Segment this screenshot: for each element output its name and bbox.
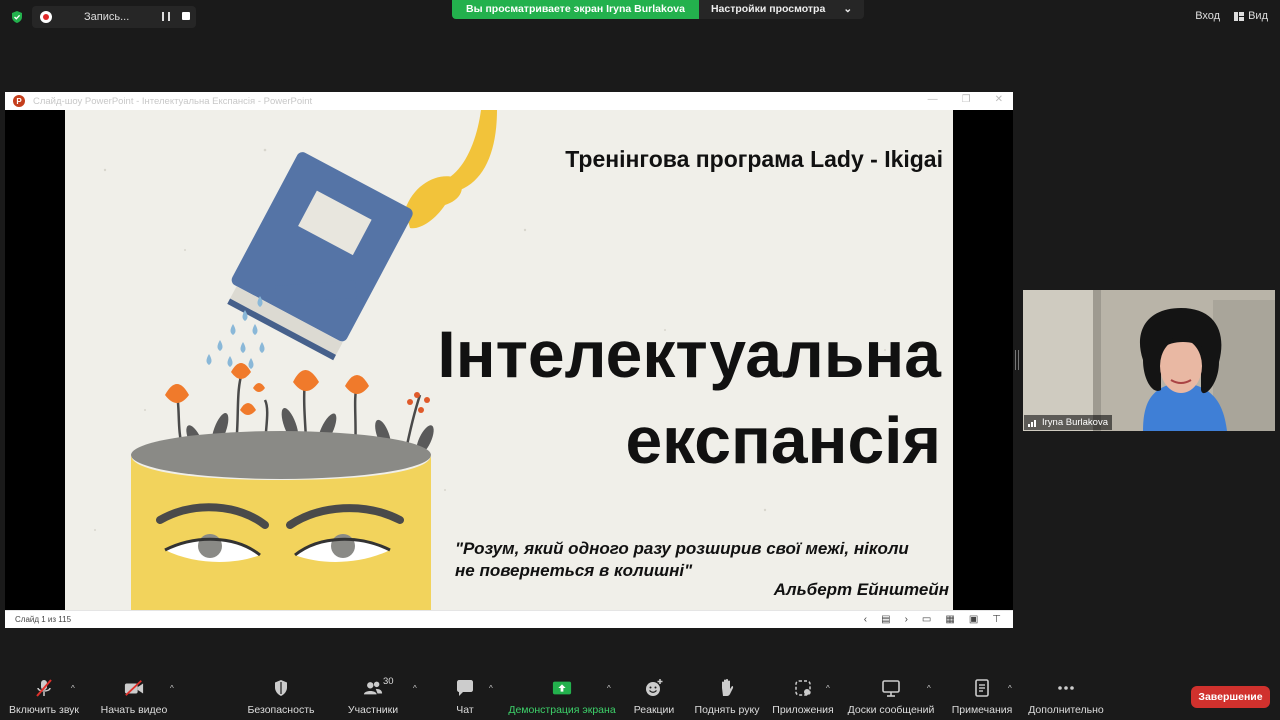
participants-button[interactable]: 30 Участники xyxy=(323,676,423,716)
powerpoint-window: P Слайд-шоу PowerPoint - Інтелектуальна … xyxy=(5,92,1013,628)
more-label: Дополнительно xyxy=(1028,704,1104,716)
view-options-button[interactable]: Настройки просмотра ⌄ xyxy=(698,0,865,19)
slide-headline-line2: експансія xyxy=(625,403,941,477)
audio-button[interactable]: Включить звук xyxy=(0,678,94,716)
whiteboards-options-caret-icon[interactable]: ^ xyxy=(927,684,931,693)
view-options-label: Настройки просмотра xyxy=(710,3,826,15)
sharing-status: Вы просматриваете экран Iryna Burlakova xyxy=(452,0,699,19)
notes-label: Примечания xyxy=(951,704,1013,716)
share-banner: Вы просматриваете экран Iryna Burlakova … xyxy=(452,0,865,19)
participant-name-tag: Iryna Burlakova xyxy=(1024,415,1113,430)
login-label: Вход xyxy=(1195,10,1221,22)
camera-off-icon xyxy=(124,680,144,696)
audio-label: Включить звук xyxy=(8,704,80,716)
slide-quote-author: Альберт Ейнштейн xyxy=(773,580,949,599)
whiteboards-button[interactable]: Доски сообщений xyxy=(841,678,941,716)
slideshow-stage: Тренінгова програма Lady - Ikigai Інтеле… xyxy=(5,110,1013,610)
share-screen-icon xyxy=(552,681,572,695)
participant-name: Iryna Burlakova xyxy=(1042,417,1109,428)
reactions-label: Реакции xyxy=(633,704,675,716)
chat-button[interactable]: Чат xyxy=(415,678,515,716)
chevron-down-icon: ⌄ xyxy=(843,3,853,15)
microphone-muted-icon xyxy=(36,679,52,697)
video-options-caret-icon[interactable]: ^ xyxy=(170,684,174,693)
signal-icon xyxy=(1028,419,1036,427)
minimize-icon[interactable]: — xyxy=(928,94,938,105)
security-label: Безопасность xyxy=(247,704,315,716)
powerpoint-titlebar: P Слайд-шоу PowerPoint - Інтелектуальна … xyxy=(5,92,1013,110)
whiteboard-icon xyxy=(882,680,900,697)
powerpoint-window-title: Слайд-шоу PowerPoint - Інтелектуальна Ек… xyxy=(33,95,313,107)
video-button[interactable]: Начать видео xyxy=(84,678,184,716)
record-icon xyxy=(40,11,52,23)
chat-label: Чат xyxy=(456,704,474,716)
apps-options-caret-icon[interactable]: ^ xyxy=(826,684,830,693)
splitter-handle[interactable] xyxy=(1015,350,1019,370)
more-button[interactable]: Дополнительно xyxy=(1016,678,1116,716)
recording-indicator: Запись... xyxy=(32,6,196,28)
whiteboards-label: Доски сообщений xyxy=(847,704,935,716)
slide-quote-line1: "Розум, який одного разу розширив свої м… xyxy=(455,539,909,558)
security-button[interactable]: Безопасность xyxy=(231,678,331,716)
previous-slide-icon[interactable]: ‹ xyxy=(864,614,867,625)
slide-notes-icon[interactable]: ▤ xyxy=(881,614,890,625)
share-screen-label: Демонстрация экрана xyxy=(508,704,616,716)
end-meeting-label: Завершение xyxy=(1198,691,1263,703)
notes-options-caret-icon[interactable]: ^ xyxy=(1008,684,1012,693)
next-slide-icon[interactable]: › xyxy=(905,614,908,625)
notes-icon xyxy=(975,679,989,697)
view-button[interactable]: Вид xyxy=(1234,10,1268,22)
presenter-view-icon[interactable]: ⊤ xyxy=(992,614,1001,625)
top-bar: Запись... Вы просматриваете экран Iryna … xyxy=(0,0,1280,34)
powerpoint-logo-icon: P xyxy=(13,95,25,107)
recording-label: Запись... xyxy=(84,11,130,23)
chat-options-caret-icon[interactable]: ^ xyxy=(489,684,493,693)
slide-headline-line1: Інтелектуальна xyxy=(437,317,941,391)
participant-video-frame xyxy=(1023,290,1275,431)
participant-video[interactable]: Iryna Burlakova xyxy=(1023,290,1275,431)
raise-hand-label: Поднять руку xyxy=(694,704,760,716)
slide-sorter-icon[interactable]: ▦ xyxy=(945,614,954,625)
participants-label: Участники xyxy=(347,704,399,716)
apps-label: Приложения xyxy=(772,704,834,716)
reading-view-icon[interactable]: ▣ xyxy=(969,614,978,625)
slide-counter: Слайд 1 из 115 xyxy=(15,615,72,624)
participants-icon xyxy=(363,681,383,695)
restore-icon[interactable]: ❐ xyxy=(962,94,971,105)
slide-quote: "Розум, який одного разу розширив свої м… xyxy=(455,538,935,582)
video-label: Начать видео xyxy=(100,704,168,716)
apps-button[interactable]: Приложения xyxy=(753,678,853,716)
apps-icon xyxy=(795,680,811,696)
meeting-toolbar: Включить звук ^ Начать видео ^ Безопасно… xyxy=(0,672,1280,720)
powerpoint-status-bar: Слайд 1 из 115 ‹ ▤ › ▭ ▦ ▣ ⊤ xyxy=(5,610,1013,628)
slide[interactable]: Тренінгова програма Lady - Ikigai Інтеле… xyxy=(65,110,953,610)
slide-program-title: Тренінгова програма Lady - Ikigai xyxy=(565,146,943,172)
pause-icon[interactable] xyxy=(162,12,170,21)
normal-view-icon[interactable]: ▭ xyxy=(922,614,931,625)
view-label: Вид xyxy=(1248,10,1268,22)
stop-icon[interactable] xyxy=(182,12,190,20)
close-icon[interactable]: ✕ xyxy=(995,94,1003,105)
raised-hand-icon xyxy=(722,679,734,696)
participants-count: 30 xyxy=(383,676,394,687)
chat-icon xyxy=(457,680,473,696)
smiley-plus-icon xyxy=(646,679,663,696)
login-button[interactable]: Вход xyxy=(1195,10,1220,22)
audio-options-caret-icon[interactable]: ^ xyxy=(71,684,75,693)
slide-quote-line2: не повернеться в колишні" xyxy=(455,561,693,580)
share-screen-button[interactable]: Демонстрация экрана xyxy=(508,678,616,716)
shield-icon[interactable] xyxy=(10,10,24,24)
more-dots-icon xyxy=(1058,686,1074,690)
shield-icon xyxy=(275,680,287,696)
end-meeting-button[interactable]: Завершение xyxy=(1191,686,1270,708)
view-grid-icon xyxy=(1234,11,1245,21)
